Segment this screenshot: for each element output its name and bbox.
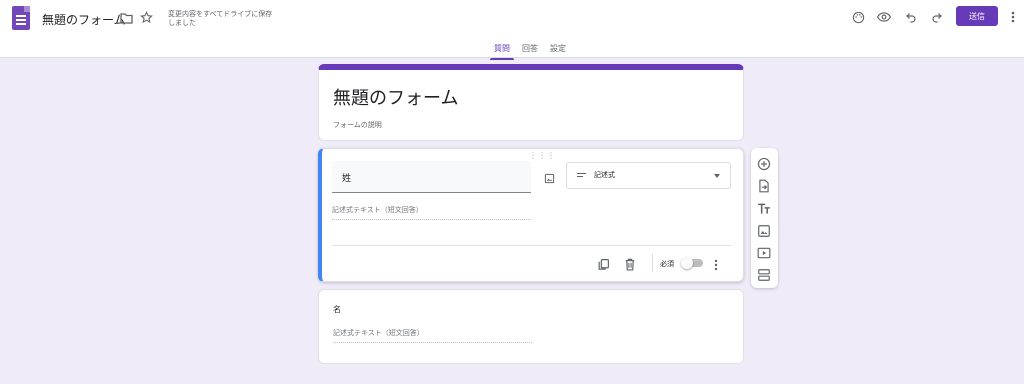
question-card[interactable]: 名 記述式テキスト（短文回答） <box>318 289 744 364</box>
forms-logo-icon[interactable] <box>12 6 30 30</box>
add-question-icon[interactable] <box>757 156 771 175</box>
add-image-icon[interactable] <box>544 169 555 188</box>
required-toggle[interactable] <box>681 257 703 269</box>
answer-hint: 記述式テキスト（短文回答） <box>332 205 531 220</box>
add-title-icon[interactable] <box>757 201 771 220</box>
form-description-field[interactable]: フォームの説明 <box>333 120 382 130</box>
required-label: 必須 <box>660 260 674 268</box>
undo-icon[interactable] <box>903 9 919 25</box>
side-toolbar <box>751 148 778 288</box>
send-button[interactable]: 送信 <box>956 6 998 26</box>
duplicate-icon[interactable] <box>597 256 610 275</box>
question-type-label: 記述式 <box>594 171 615 179</box>
folder-icon[interactable] <box>119 11 133 25</box>
short-answer-icon <box>577 173 586 179</box>
tab-questions[interactable]: 質問 <box>488 40 516 60</box>
drag-handle-icon[interactable]: ⋮⋮⋮ <box>529 151 556 160</box>
app-header: 無題のフォーム 変更内容をすべてドライブに保存しました 送信 質問 回答 設定 <box>0 0 1024 60</box>
footer-separator <box>652 254 653 272</box>
palette-icon[interactable] <box>850 9 866 25</box>
add-section-icon[interactable] <box>757 267 771 286</box>
answer-hint: 記述式テキスト（短文回答） <box>333 328 532 343</box>
star-icon[interactable] <box>139 10 153 24</box>
form-title[interactable]: 無題のフォーム <box>333 84 458 110</box>
add-video-icon[interactable] <box>757 245 771 264</box>
import-questions-icon[interactable] <box>757 178 771 197</box>
question-title[interactable]: 姓 <box>342 171 351 184</box>
redo-icon[interactable] <box>929 9 945 25</box>
tab-bar: 質問 回答 設定 <box>488 40 572 60</box>
add-image-icon[interactable] <box>757 223 771 242</box>
tab-settings[interactable]: 設定 <box>544 40 572 60</box>
card-divider <box>332 245 731 246</box>
form-title-card[interactable]: 無題のフォーム フォームの説明 <box>318 64 744 141</box>
chevron-down-icon <box>714 174 720 178</box>
question-title-field[interactable]: 姓 <box>332 161 531 193</box>
delete-icon[interactable] <box>624 256 636 275</box>
question-type-select[interactable]: 記述式 <box>566 162 731 189</box>
more-vert-icon[interactable] <box>1008 9 1018 25</box>
tab-responses[interactable]: 回答 <box>516 40 544 60</box>
question-more-icon[interactable] <box>714 256 718 275</box>
save-status: 変更内容をすべてドライブに保存しました <box>168 10 273 27</box>
preview-eye-icon[interactable] <box>876 9 892 25</box>
question-card-active[interactable]: ⋮⋮⋮ 姓 記述式 記述式テキスト（短文回答） 必須 <box>318 148 744 282</box>
doc-title[interactable]: 無題のフォーム <box>42 11 126 28</box>
question-title: 名 <box>333 305 341 314</box>
